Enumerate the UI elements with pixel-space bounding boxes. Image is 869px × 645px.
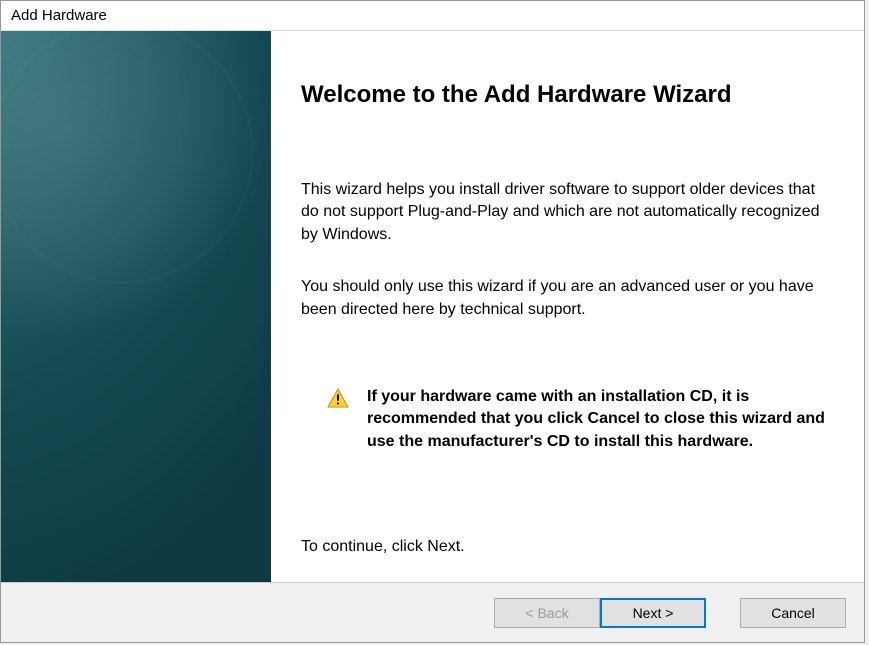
wizard-content: Welcome to the Add Hardware Wizard This … [271, 31, 864, 582]
button-bar: < Back Next > Cancel [1, 582, 864, 642]
titlebar: Add Hardware [1, 1, 864, 31]
window-title: Add Hardware [11, 7, 107, 24]
warning-block: If your hardware came with an installati… [301, 386, 834, 453]
back-button: < Back [494, 598, 600, 628]
next-button[interactable]: Next > [600, 598, 706, 628]
wizard-sidebar-graphic [1, 31, 271, 582]
warning-icon [327, 388, 349, 408]
nav-button-group: < Back Next > [494, 598, 706, 628]
continue-instruction: To continue, click Next. [301, 538, 834, 556]
warning-text: If your hardware came with an installati… [367, 386, 826, 453]
wizard-description-2: You should only use this wizard if you a… [301, 276, 834, 321]
add-hardware-wizard-window: Add Hardware Welcome to the Add Hardware… [0, 0, 865, 643]
cancel-button[interactable]: Cancel [740, 598, 846, 628]
wizard-body: Welcome to the Add Hardware Wizard This … [1, 31, 864, 582]
wizard-description-1: This wizard helps you install driver sof… [301, 179, 834, 246]
wizard-heading: Welcome to the Add Hardware Wizard [301, 81, 834, 109]
